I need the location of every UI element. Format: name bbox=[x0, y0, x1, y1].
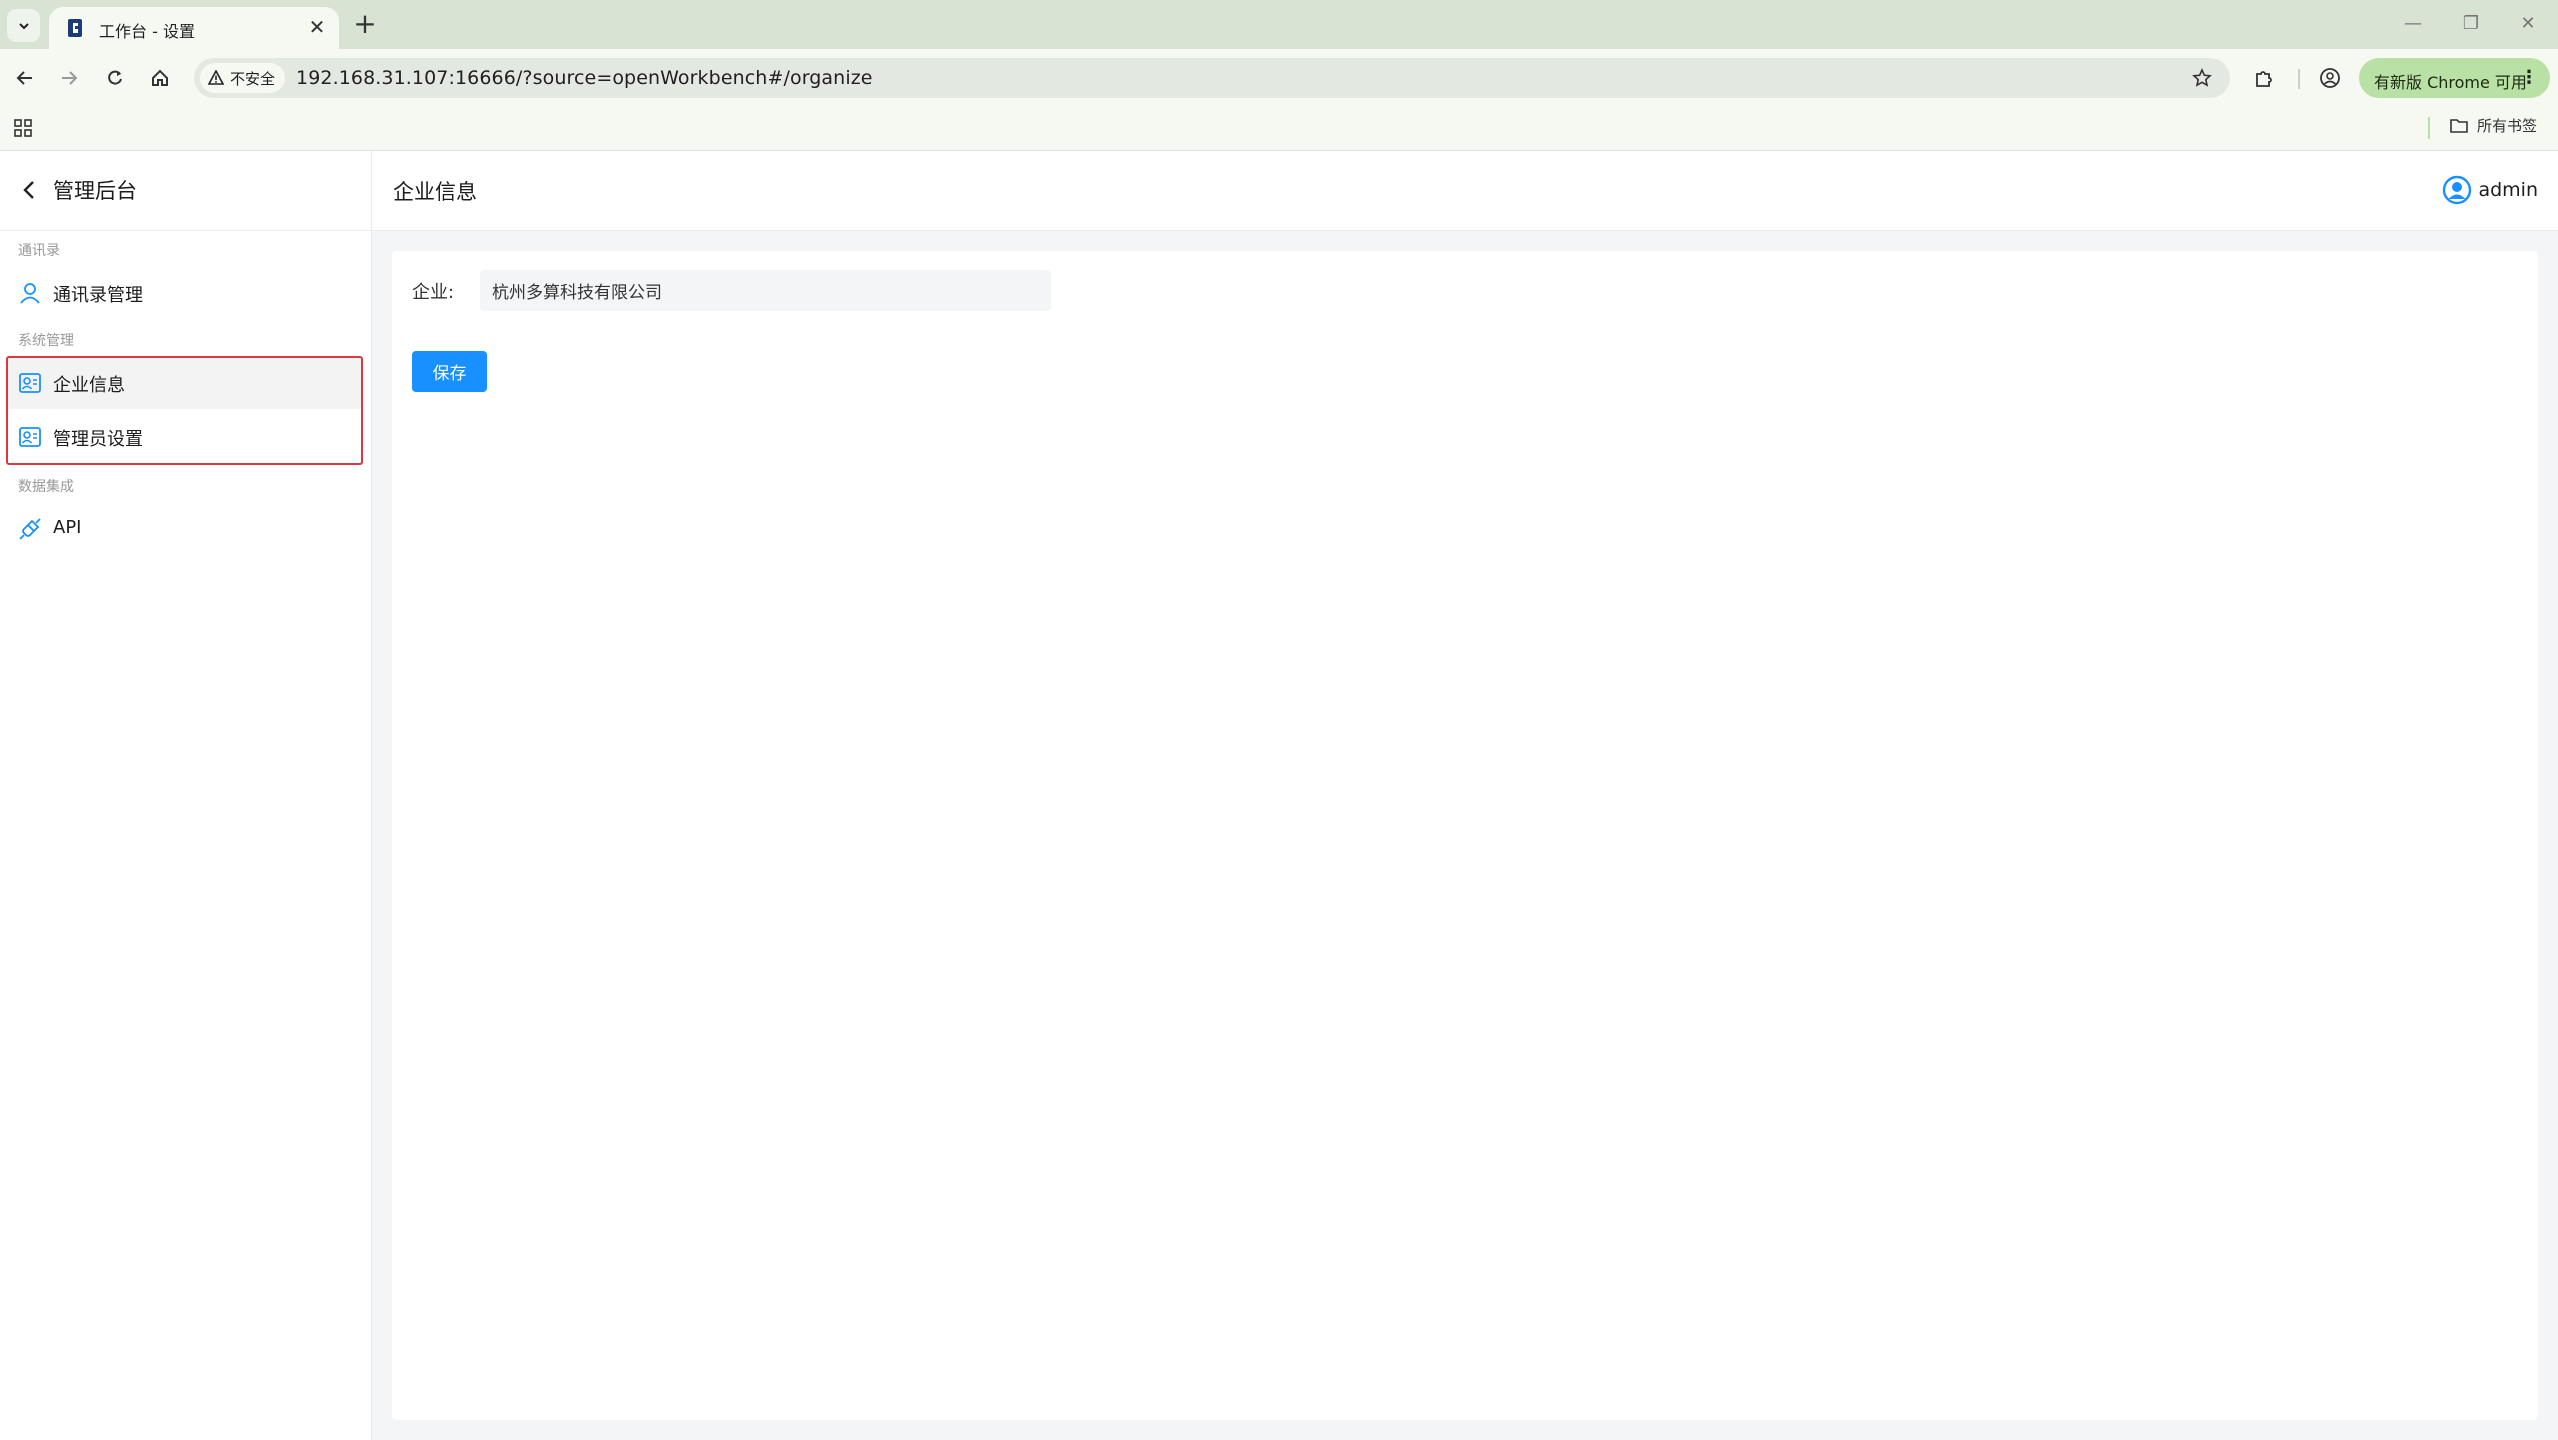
all-bookmarks-button[interactable]: 所有书签 bbox=[2449, 115, 2537, 136]
user-avatar-icon bbox=[2443, 175, 2472, 205]
api-plug-icon bbox=[19, 518, 41, 540]
sidebar-item-label: 企业信息 bbox=[53, 375, 125, 396]
arrow-right-icon bbox=[62, 71, 78, 85]
update-chrome-button[interactable]: 有新版 Chrome 可用 ⋮ bbox=[2359, 58, 2550, 98]
user-icon bbox=[20, 283, 40, 304]
reload-icon bbox=[108, 70, 122, 85]
sidebar-title: 管理后台 bbox=[53, 179, 137, 203]
minimize-button[interactable]: — bbox=[2398, 12, 2428, 36]
tab-title: 工作台 - 设置 bbox=[99, 22, 195, 41]
update-label: 有新版 Chrome 可用 bbox=[2374, 73, 2527, 92]
extensions-button[interactable] bbox=[2249, 63, 2279, 93]
security-label: 不安全 bbox=[230, 69, 276, 88]
close-window-button[interactable]: ✕ bbox=[2513, 12, 2543, 36]
all-bookmarks-label: 所有书签 bbox=[2477, 117, 2538, 135]
more-menu-icon[interactable]: ⋮ bbox=[2520, 66, 2538, 90]
sidebar-header: 管理后台 bbox=[0, 151, 371, 231]
url-text[interactable]: 192.168.31.107:16666/?source=openWorkben… bbox=[296, 67, 873, 89]
star-icon bbox=[2192, 68, 2212, 87]
sidebar-item-admin-settings[interactable]: 管理员设置 bbox=[8, 411, 362, 463]
browser-tab[interactable]: 工作台 - 设置 ✕ bbox=[49, 7, 339, 49]
warning-icon bbox=[208, 70, 224, 85]
sidebar-item-label: 管理员设置 bbox=[53, 429, 143, 450]
content-panel: 企业: 保存 bbox=[392, 251, 2538, 1420]
main-content: 企业信息 admin 企业: 保存 bbox=[372, 151, 2558, 1440]
main-header: 企业信息 admin bbox=[372, 151, 2558, 231]
back-button[interactable] bbox=[10, 63, 40, 93]
contact-card-icon bbox=[19, 373, 41, 393]
user-menu[interactable]: admin bbox=[2442, 175, 2538, 205]
home-button[interactable] bbox=[145, 63, 175, 93]
new-tab-button[interactable]: + bbox=[350, 10, 380, 40]
group-label-contacts: 通讯录 bbox=[18, 243, 60, 259]
folder-icon bbox=[2450, 118, 2468, 133]
bookmarks-divider bbox=[2428, 117, 2430, 139]
company-name-input[interactable] bbox=[480, 270, 1051, 311]
contact-card-icon bbox=[19, 427, 41, 447]
chevron-down-icon bbox=[18, 22, 29, 29]
sidebar-item-contacts[interactable]: 通讯录管理 bbox=[8, 267, 362, 319]
company-field-label: 企业: bbox=[412, 282, 455, 303]
sidebar-item-company-info[interactable]: 企业信息 bbox=[8, 357, 362, 409]
forward-button[interactable] bbox=[54, 63, 84, 93]
home-icon bbox=[152, 69, 168, 86]
sidebar-item-label: 通讯录管理 bbox=[53, 285, 143, 306]
security-chip[interactable]: 不安全 bbox=[200, 63, 286, 93]
bookmarks-bar: 所有书签 bbox=[0, 107, 2558, 151]
user-name: admin bbox=[2478, 179, 2538, 201]
browser-toolbar: 不安全 192.168.31.107:16666/?source=openWor… bbox=[0, 49, 2558, 107]
restore-button[interactable]: ❐ bbox=[2456, 12, 2486, 36]
arrow-left-icon bbox=[16, 71, 32, 85]
app-root: 管理后台 通讯录 通讯录管理 系统管理 企业信息 管理员设置 数据集成 API … bbox=[0, 151, 2558, 1440]
group-label-system: 系统管理 bbox=[18, 333, 74, 349]
bookmark-star-button[interactable] bbox=[2188, 64, 2216, 92]
site-favicon-icon bbox=[68, 19, 82, 37]
apps-grid-icon[interactable] bbox=[12, 117, 34, 139]
close-tab-icon[interactable]: ✕ bbox=[306, 16, 328, 38]
tab-search-button[interactable] bbox=[7, 9, 40, 42]
profile-button[interactable] bbox=[2315, 63, 2345, 93]
profile-icon bbox=[2320, 68, 2340, 88]
save-button[interactable]: 保存 bbox=[412, 351, 487, 392]
address-bar[interactable]: 不安全 192.168.31.107:16666/?source=openWor… bbox=[194, 58, 2230, 98]
puzzle-icon bbox=[2256, 71, 2272, 87]
page-title: 企业信息 bbox=[393, 180, 477, 204]
toolbar-divider bbox=[2298, 69, 2300, 89]
sidebar-item-api[interactable]: API bbox=[8, 503, 362, 555]
reload-button[interactable] bbox=[100, 63, 130, 93]
group-label-data-integration: 数据集成 bbox=[18, 479, 74, 495]
sidebar-item-label: API bbox=[53, 517, 82, 538]
sidebar: 管理后台 通讯录 通讯录管理 系统管理 企业信息 管理员设置 数据集成 API bbox=[0, 151, 372, 1440]
chevron-left-icon[interactable] bbox=[18, 178, 42, 202]
browser-tab-bar: 工作台 - 设置 ✕ + — ❐ ✕ bbox=[0, 0, 2558, 49]
